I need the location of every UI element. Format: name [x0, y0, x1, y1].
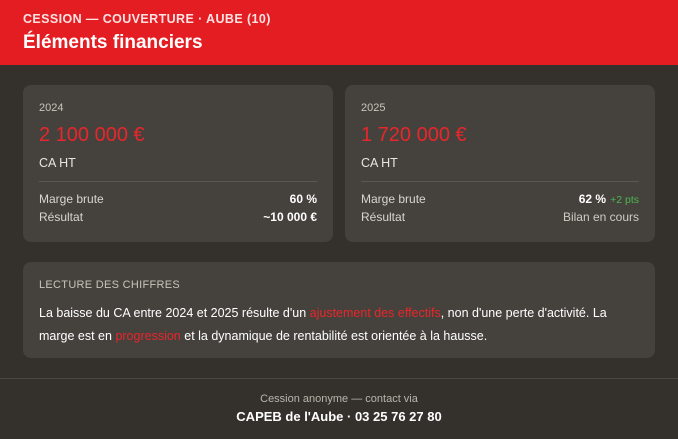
card-divider: [361, 181, 639, 182]
card-row-marge: Marge brute 62 % +2 pts: [361, 191, 639, 207]
row-label: Marge brute: [361, 192, 426, 206]
card-row-resultat: Résultat ~10 000 €: [39, 209, 317, 225]
card-year: 2024: [39, 102, 64, 114]
lecture-highlight: progression: [115, 329, 181, 343]
row-label: Marge brute: [39, 192, 104, 206]
card-year: 2025: [361, 102, 386, 114]
card-amount: 2 100 000 €: [39, 124, 145, 146]
delta-badge: +2 pts: [610, 193, 639, 206]
card-caption: CA HT: [361, 156, 398, 170]
lecture-panel: LECTURE DES CHIFFRES La baisse du CA ent…: [23, 262, 655, 358]
lecture-text-part: et la dynamique de rentabilité est orien…: [180, 329, 488, 343]
header-eyebrow: CESSION — COUVERTURE · AUBE (10): [23, 12, 271, 26]
card-2024: 2024 2 100 000 € CA HT Marge brute 60 % …: [23, 85, 333, 242]
lecture-label: LECTURE DES CHIFFRES: [39, 279, 181, 291]
page-footer: Cession anonyme — contact via CAPEB de l…: [0, 392, 678, 426]
lecture-highlight: ajustement des effectifs: [309, 306, 441, 320]
footer-divider: [0, 378, 678, 379]
card-row-marge: Marge brute 60 %: [39, 191, 317, 207]
card-2025: 2025 1 720 000 € CA HT Marge brute 62 % +…: [345, 85, 655, 242]
card-amount: 1 720 000 €: [361, 124, 467, 146]
footer-contact: CAPEB de l'Aube · 03 25 76 27 80: [236, 409, 442, 424]
row-label: Résultat: [361, 210, 406, 224]
card-divider: [39, 181, 317, 182]
row-label: Résultat: [39, 210, 84, 224]
lecture-text: La baisse du CA entre 2024 et 2025 résul…: [39, 302, 639, 348]
row-value-group: 62 % +2 pts: [579, 191, 639, 208]
row-value: ~10 000 €: [263, 210, 317, 224]
lecture-text-part: La baisse du CA entre 2024 et 2025 résul…: [39, 306, 310, 320]
card-row-resultat: Résultat Bilan en cours: [361, 209, 639, 225]
row-value: 60 %: [289, 192, 317, 206]
page-header: CESSION — COUVERTURE · AUBE (10) Élément…: [0, 0, 678, 65]
page-title: Éléments financiers: [23, 32, 203, 53]
card-caption: CA HT: [39, 156, 76, 170]
footer-note: Cession anonyme — contact via: [260, 393, 418, 405]
row-value: Bilan en cours: [562, 210, 639, 224]
row-value: 62 %: [578, 191, 607, 206]
